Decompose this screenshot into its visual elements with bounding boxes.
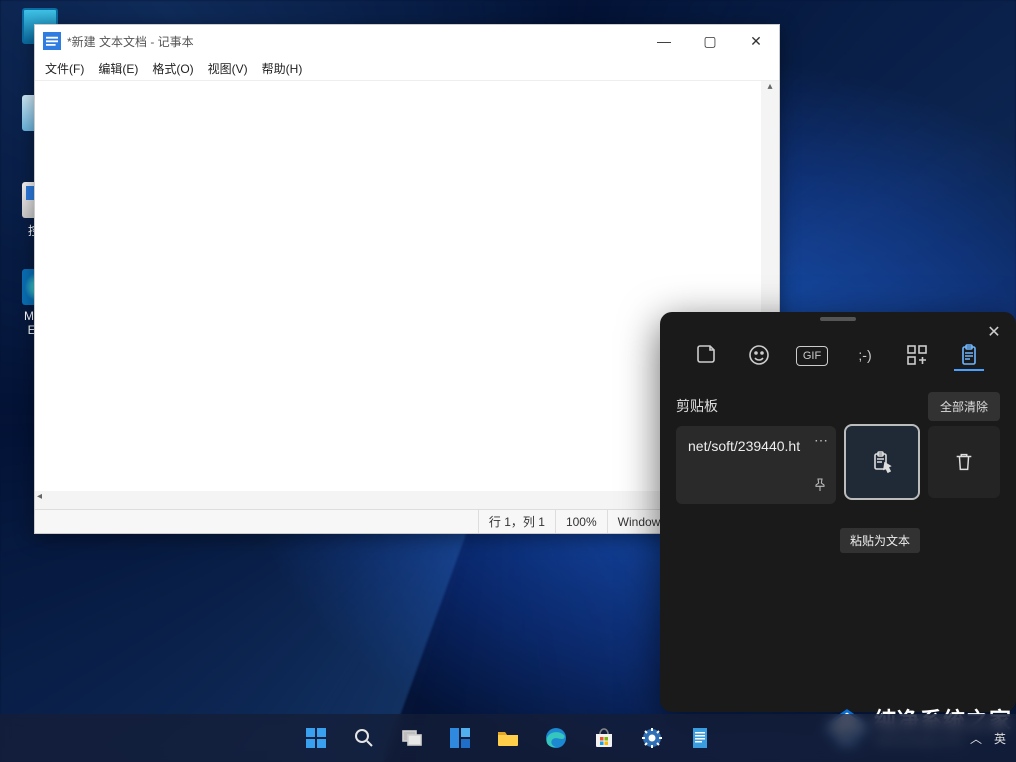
menu-edit[interactable]: 编辑(E) bbox=[98, 60, 138, 77]
tab-kaomoji[interactable]: ;-) bbox=[850, 341, 880, 371]
menubar: 文件(F) 编辑(E) 格式(O) 视图(V) 帮助(H) bbox=[35, 57, 779, 81]
clipboard-item-text: net/soft/239440.ht bbox=[688, 438, 800, 454]
panel-grip[interactable] bbox=[660, 312, 1016, 326]
more-icon[interactable]: ⋯ bbox=[814, 432, 828, 449]
taskbar-center bbox=[296, 718, 720, 758]
panel-tabs: GIF ;-) bbox=[660, 326, 1016, 386]
status-pos: 行 1，列 1 bbox=[478, 510, 555, 533]
gear-icon bbox=[640, 726, 664, 750]
settings-button[interactable] bbox=[632, 718, 672, 758]
symbols-icon bbox=[905, 343, 929, 367]
notepad-icon bbox=[43, 32, 61, 50]
menu-file[interactable]: 文件(F) bbox=[45, 60, 84, 77]
taskbar-right: ︿ 英 bbox=[970, 730, 1006, 747]
windows-icon bbox=[304, 726, 328, 750]
trash-icon bbox=[953, 451, 975, 473]
panel-header: 剪贴板 全部清除 bbox=[660, 386, 1016, 426]
tab-gif[interactable]: GIF bbox=[796, 346, 828, 366]
panel-close-button[interactable]: ✕ bbox=[982, 320, 1006, 344]
text-area[interactable] bbox=[35, 81, 761, 509]
panel-title: 剪贴板 bbox=[676, 396, 718, 416]
folder-icon bbox=[496, 726, 520, 750]
status-zoom: 100% bbox=[555, 510, 607, 533]
taskbar[interactable]: ︿ 英 bbox=[0, 714, 1016, 762]
sticker-icon bbox=[695, 343, 719, 367]
edge-icon bbox=[544, 726, 568, 750]
minimize-button[interactable]: — bbox=[641, 25, 687, 57]
titlebar[interactable]: *新建 文本文档 - 记事本 — ▢ ✕ bbox=[35, 25, 779, 57]
emoji-icon bbox=[747, 343, 771, 367]
tray-chevron-up-icon[interactable]: ︿ bbox=[970, 730, 982, 747]
notepad-taskbar-icon bbox=[688, 726, 712, 750]
search-button[interactable] bbox=[344, 718, 384, 758]
edge-button[interactable] bbox=[536, 718, 576, 758]
tab-emoji[interactable] bbox=[744, 341, 774, 371]
store-icon bbox=[592, 726, 616, 750]
taskview-button[interactable] bbox=[392, 718, 432, 758]
delete-item-button[interactable] bbox=[928, 426, 1000, 498]
menu-format[interactable]: 格式(O) bbox=[152, 60, 193, 77]
close-button[interactable]: ✕ bbox=[733, 25, 779, 57]
paste-text-icon bbox=[870, 450, 894, 474]
widgets-button[interactable] bbox=[440, 718, 480, 758]
notepad-taskbar-button[interactable] bbox=[680, 718, 720, 758]
clipboard-row: net/soft/239440.ht ⋯ bbox=[660, 426, 1016, 504]
horizontal-scrollbar[interactable] bbox=[35, 491, 761, 509]
paste-as-text-tooltip: 粘贴为文本 bbox=[840, 528, 920, 553]
start-button[interactable] bbox=[296, 718, 336, 758]
tab-clipboard[interactable] bbox=[954, 341, 984, 371]
paste-as-text-button[interactable] bbox=[846, 426, 918, 498]
taskview-icon bbox=[400, 726, 424, 750]
clipboard-icon bbox=[957, 343, 981, 367]
clipboard-item[interactable]: net/soft/239440.ht ⋯ bbox=[676, 426, 836, 504]
clear-all-button[interactable]: 全部清除 bbox=[928, 392, 1000, 421]
window-buttons: — ▢ ✕ bbox=[641, 25, 779, 57]
maximize-button[interactable]: ▢ bbox=[687, 25, 733, 57]
widgets-icon bbox=[448, 726, 472, 750]
clipboard-panel[interactable]: ✕ GIF ;-) 剪贴板 全部清除 net/soft/239440.ht ⋯ bbox=[660, 312, 1016, 712]
pin-icon[interactable] bbox=[812, 477, 828, 496]
window-title: *新建 文本文档 - 记事本 bbox=[67, 33, 194, 50]
store-button[interactable] bbox=[584, 718, 624, 758]
menu-view[interactable]: 视图(V) bbox=[208, 60, 248, 77]
tab-symbols[interactable] bbox=[902, 341, 932, 371]
file-explorer-button[interactable] bbox=[488, 718, 528, 758]
tab-sticker[interactable] bbox=[692, 341, 722, 371]
ime-indicator[interactable]: 英 bbox=[994, 730, 1006, 747]
menu-help[interactable]: 帮助(H) bbox=[262, 60, 303, 77]
search-icon bbox=[352, 726, 376, 750]
